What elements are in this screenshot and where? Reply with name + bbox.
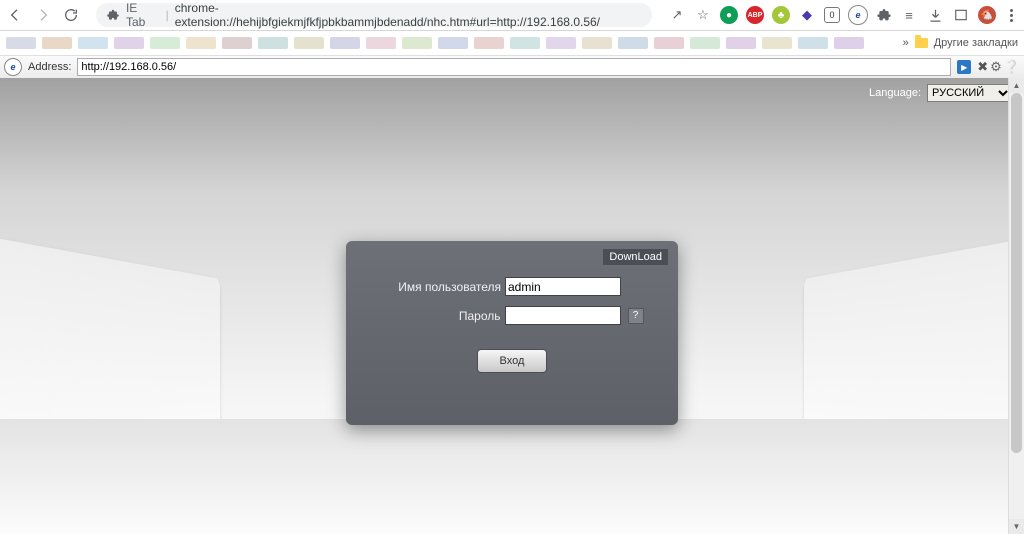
other-bookmarks-label[interactable]: Другие закладки: [934, 37, 1018, 49]
bookmark-item[interactable]: [798, 37, 828, 49]
language-label: Language:: [869, 87, 921, 99]
window-icon[interactable]: [952, 6, 970, 24]
page-viewport: Language: РУССКИЙ DownLoad Имя пользоват…: [0, 78, 1024, 534]
star-icon[interactable]: ☆: [694, 6, 712, 24]
url-text: chrome-extension://hehijbfgiekmjfkfjpbkb…: [175, 1, 642, 29]
bookmark-item[interactable]: [618, 37, 648, 49]
bookmark-item[interactable]: [582, 37, 612, 49]
bookmark-item[interactable]: [510, 37, 540, 49]
bookmark-item[interactable]: [762, 37, 792, 49]
scroll-up-icon[interactable]: ▲: [1009, 78, 1024, 93]
ietab-toolbar: e Address: ▶ ✖ ⚙ ❔: [0, 56, 1024, 79]
reload-button[interactable]: [62, 6, 80, 24]
bookmark-item[interactable]: [78, 37, 108, 49]
hex-zero-icon[interactable]: 0: [824, 7, 840, 23]
login-panel: DownLoad Имя пользователя Пароль ? Вход: [346, 241, 678, 425]
bookmarks-right: » Другие закладки: [903, 37, 1018, 49]
bookmark-item[interactable]: [114, 37, 144, 49]
bookmark-item[interactable]: [222, 37, 252, 49]
browser-toolbar: IE Tab | chrome-extension://hehijbfgiekm…: [0, 0, 1024, 31]
android-icon[interactable]: ♣: [772, 6, 790, 24]
downloads-icon[interactable]: [926, 6, 944, 24]
bookmark-item[interactable]: [654, 37, 684, 49]
forward-button[interactable]: [34, 6, 52, 24]
kebab-menu-icon[interactable]: [1004, 9, 1018, 22]
bookmark-item[interactable]: [42, 37, 72, 49]
username-label: Имя пользователя: [381, 280, 501, 294]
bookmark-item[interactable]: [546, 37, 576, 49]
bookmark-item[interactable]: [690, 37, 720, 49]
playlist-icon[interactable]: ≡: [900, 6, 918, 24]
gear-icon[interactable]: ⚙: [990, 59, 1002, 75]
download-link[interactable]: DownLoad: [603, 249, 668, 265]
login-button[interactable]: Вход: [477, 349, 547, 373]
extension-icon: [106, 8, 120, 22]
bookmark-item[interactable]: [474, 37, 504, 49]
bookmark-item[interactable]: [726, 37, 756, 49]
wrench-icon[interactable]: ✖: [977, 59, 988, 75]
bookmark-item[interactable]: [366, 37, 396, 49]
password-label: Пароль: [381, 309, 501, 323]
generic-ext-icon[interactable]: ●: [720, 6, 738, 24]
scroll-down-icon[interactable]: ▼: [1009, 519, 1024, 534]
separator: |: [166, 8, 169, 22]
ietab-tools: ✖ ⚙ ❔: [977, 59, 1020, 75]
profile-avatar[interactable]: 🐔: [978, 6, 996, 24]
language-bar: Language: РУССКИЙ: [869, 84, 1012, 102]
ietab-logo-icon: e: [4, 58, 22, 76]
bookmark-item[interactable]: [438, 37, 468, 49]
abp-icon[interactable]: ABP: [746, 6, 764, 24]
extension-name: IE Tab: [126, 1, 160, 29]
share-icon[interactable]: ↗: [668, 6, 686, 24]
puzzle-icon[interactable]: [876, 7, 892, 23]
bookmarks-bar: » Другие закладки: [0, 31, 1024, 56]
bookmark-item[interactable]: [258, 37, 288, 49]
ietab-go-button[interactable]: ▶: [957, 60, 971, 74]
username-input[interactable]: [505, 277, 621, 296]
bookmark-item[interactable]: [330, 37, 360, 49]
back-button[interactable]: [6, 6, 24, 24]
bookmark-item[interactable]: [402, 37, 432, 49]
help-icon[interactable]: ❔: [1004, 59, 1020, 75]
ietab-address-label: Address:: [28, 61, 71, 73]
scroll-thumb[interactable]: [1011, 93, 1022, 453]
ietab-ext-icon[interactable]: e: [848, 5, 868, 25]
bookmark-item[interactable]: [6, 37, 36, 49]
diamond-icon[interactable]: ◆: [798, 6, 816, 24]
bookmarks-left: [6, 37, 864, 49]
address-bar[interactable]: IE Tab | chrome-extension://hehijbfgiekm…: [96, 3, 652, 27]
bookmark-item[interactable]: [834, 37, 864, 49]
bookmark-item[interactable]: [186, 37, 216, 49]
bookmark-item[interactable]: [294, 37, 324, 49]
password-input[interactable]: [505, 306, 621, 325]
more-bookmarks[interactable]: »: [903, 37, 909, 49]
vertical-scrollbar[interactable]: ▲ ▼: [1008, 78, 1024, 534]
password-help-icon[interactable]: ?: [628, 308, 644, 324]
toolbar-icons: ↗ ☆ ● ABP ♣ ◆ 0 e ≡ 🐔: [668, 5, 1018, 25]
folder-icon: [915, 38, 928, 48]
bookmark-item[interactable]: [150, 37, 180, 49]
language-select[interactable]: РУССКИЙ: [927, 84, 1012, 102]
ietab-address-input[interactable]: [77, 58, 951, 76]
